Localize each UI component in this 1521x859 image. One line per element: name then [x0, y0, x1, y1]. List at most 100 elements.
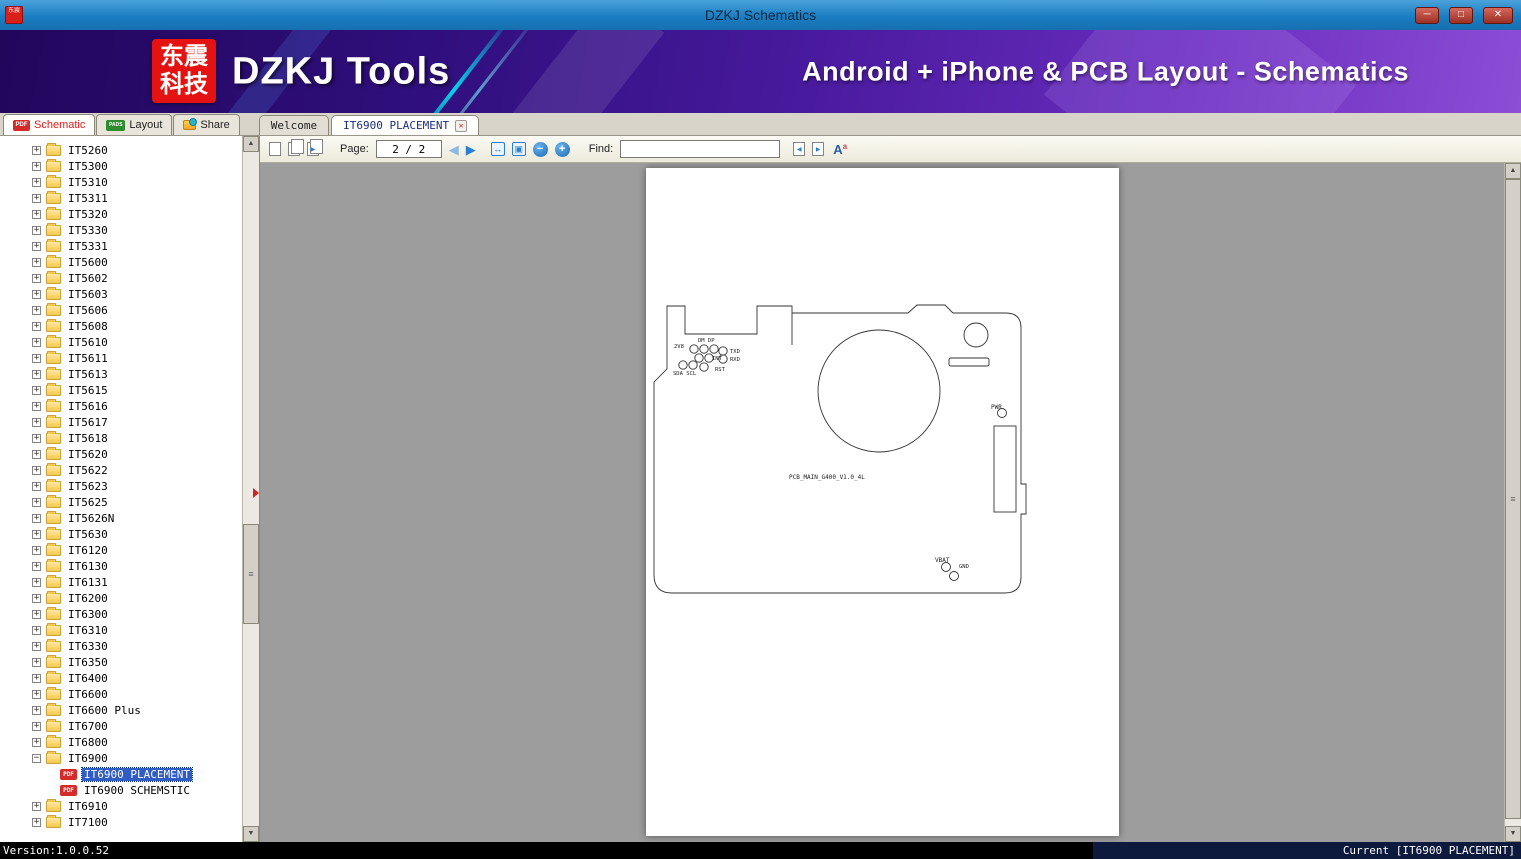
tree-item-it6900-placement[interactable]: PDF IT6900 PLACEMENT	[0, 766, 242, 782]
minimize-button[interactable]: ─	[1415, 6, 1439, 24]
tree-item-it5600[interactable]: + IT5600	[0, 254, 242, 270]
expand-icon[interactable]: +	[32, 305, 41, 315]
tree-item-it5311[interactable]: + IT5311	[0, 190, 242, 206]
scroll-down-icon[interactable]: ▼	[243, 826, 259, 842]
zoom-out-icon[interactable]: −	[532, 141, 548, 157]
tree-item-it5310[interactable]: + IT5310	[0, 174, 242, 190]
tree-item-it6400[interactable]: + IT6400	[0, 670, 242, 686]
tab-schematic[interactable]: PDF Schematic	[3, 114, 96, 135]
collapse-icon[interactable]: −	[32, 753, 41, 763]
expand-icon[interactable]: +	[32, 801, 41, 811]
tree-item-it6130[interactable]: + IT6130	[0, 558, 242, 574]
expand-icon[interactable]: +	[32, 609, 41, 619]
expand-icon[interactable]: +	[32, 481, 41, 491]
expand-icon[interactable]: +	[32, 209, 41, 219]
viewer-scroll-thumb[interactable]: ≡	[1505, 179, 1521, 819]
tree-item-it5603[interactable]: + IT5603	[0, 286, 242, 302]
expand-icon[interactable]: +	[32, 241, 41, 251]
expand-icon[interactable]: +	[32, 497, 41, 507]
font-size-icon[interactable]: A a	[833, 142, 847, 156]
tree-item-it5620[interactable]: + IT5620	[0, 446, 242, 462]
tree-item-it5602[interactable]: + IT5602	[0, 270, 242, 286]
tree-item-it5608[interactable]: + IT5608	[0, 318, 242, 334]
expand-icon[interactable]: +	[32, 529, 41, 539]
expand-icon[interactable]: +	[32, 161, 41, 171]
expand-icon[interactable]: +	[32, 177, 41, 187]
tree-item-it6600-plus[interactable]: + IT6600 Plus	[0, 702, 242, 718]
doc-tab-welcome[interactable]: Welcome	[258, 115, 330, 135]
expand-icon[interactable]: +	[32, 449, 41, 459]
expand-icon[interactable]: +	[32, 721, 41, 731]
splitter-collapse-icon[interactable]	[253, 488, 259, 498]
tree-item-it5623[interactable]: + IT5623	[0, 478, 242, 494]
scroll-down-icon[interactable]: ▼	[1505, 826, 1521, 842]
expand-icon[interactable]: +	[32, 321, 41, 331]
expand-icon[interactable]: +	[32, 273, 41, 283]
page-number-input[interactable]	[375, 140, 442, 158]
find-next-icon[interactable]: ▶	[812, 142, 825, 156]
close-button[interactable]: ✕	[1483, 6, 1513, 24]
expand-icon[interactable]: +	[32, 337, 41, 347]
viewer-scrollbar[interactable]: ▲ ≡ ▼	[1504, 163, 1521, 842]
expand-icon[interactable]: +	[32, 417, 41, 427]
snapshot-icon[interactable]	[288, 139, 304, 156]
clipboard-icon[interactable]: ▶	[307, 139, 323, 156]
tree-item-it5617[interactable]: + IT5617	[0, 414, 242, 430]
tree-item-it6910[interactable]: + IT6910	[0, 798, 242, 814]
tree-item-it5622[interactable]: + IT5622	[0, 462, 242, 478]
tree-item-it6120[interactable]: + IT6120	[0, 542, 242, 558]
previous-page-icon[interactable]: ◀	[449, 143, 459, 156]
expand-icon[interactable]: +	[32, 641, 41, 651]
tree-item-it5260[interactable]: + IT5260	[0, 142, 242, 158]
close-tab-icon[interactable]: ✕	[455, 119, 468, 132]
tree-item-it5613[interactable]: + IT5613	[0, 366, 242, 382]
expand-icon[interactable]: +	[32, 145, 41, 155]
pdf-viewer[interactable]: 2V8 DM DP TXD RXD INT RST SDA SCL PWR PC…	[260, 163, 1521, 842]
tree-item-it5330[interactable]: + IT5330	[0, 222, 242, 238]
tree-item-it5625[interactable]: + IT5625	[0, 494, 242, 510]
zoom-in-icon[interactable]: +	[554, 141, 570, 157]
expand-icon[interactable]: +	[32, 625, 41, 635]
doc-tab-it6900-placement[interactable]: IT6900 PLACEMENT ✕	[331, 115, 480, 135]
tree-item-it6350[interactable]: + IT6350	[0, 654, 242, 670]
find-previous-icon[interactable]: ◀	[793, 142, 806, 156]
find-input[interactable]	[620, 140, 781, 158]
expand-icon[interactable]: +	[32, 385, 41, 395]
tree-item-it5320[interactable]: + IT5320	[0, 206, 242, 222]
expand-icon[interactable]: +	[32, 545, 41, 555]
scroll-up-icon[interactable]: ▲	[1505, 163, 1521, 179]
tree-item-it6900-schemstic[interactable]: PDF IT6900 SCHEMSTIC	[0, 782, 242, 798]
tree-item-it6330[interactable]: + IT6330	[0, 638, 242, 654]
tree-item-it6600[interactable]: + IT6600	[0, 686, 242, 702]
tree-item-it5606[interactable]: + IT5606	[0, 302, 242, 318]
expand-icon[interactable]: +	[32, 593, 41, 603]
maximize-button[interactable]: □	[1449, 6, 1473, 24]
tree-item-it6900[interactable]: − IT6900	[0, 750, 242, 766]
expand-icon[interactable]: +	[32, 465, 41, 475]
next-page-icon[interactable]: ▶	[466, 143, 476, 156]
select-tool-icon[interactable]	[269, 142, 281, 156]
tree-item-it6800[interactable]: + IT6800	[0, 734, 242, 750]
tree-item-it5616[interactable]: + IT5616	[0, 398, 242, 414]
tree-item-it6300[interactable]: + IT6300	[0, 606, 242, 622]
tree-item-it5615[interactable]: + IT5615	[0, 382, 242, 398]
expand-icon[interactable]: +	[32, 289, 41, 299]
tab-share[interactable]: Share	[173, 114, 240, 135]
tree-item-it6131[interactable]: + IT6131	[0, 574, 242, 590]
folder-tree[interactable]: + IT5260 + IT5300 + IT5310 + IT5311 + IT5320 + IT53…	[0, 136, 242, 842]
expand-icon[interactable]: +	[32, 369, 41, 379]
expand-icon[interactable]: +	[32, 657, 41, 667]
tab-layout[interactable]: PADS Layout	[96, 114, 173, 135]
tree-item-it5618[interactable]: + IT5618	[0, 430, 242, 446]
expand-icon[interactable]: +	[32, 689, 41, 699]
tree-item-it6310[interactable]: + IT6310	[0, 622, 242, 638]
expand-icon[interactable]: +	[32, 193, 41, 203]
expand-icon[interactable]: +	[32, 401, 41, 411]
tree-item-it5300[interactable]: + IT5300	[0, 158, 242, 174]
expand-icon[interactable]: +	[32, 577, 41, 587]
expand-icon[interactable]: +	[32, 433, 41, 443]
expand-icon[interactable]: +	[32, 817, 41, 827]
tree-item-it5626n[interactable]: + IT5626N	[0, 510, 242, 526]
tree-item-it5331[interactable]: + IT5331	[0, 238, 242, 254]
scroll-up-icon[interactable]: ▲	[243, 136, 259, 152]
